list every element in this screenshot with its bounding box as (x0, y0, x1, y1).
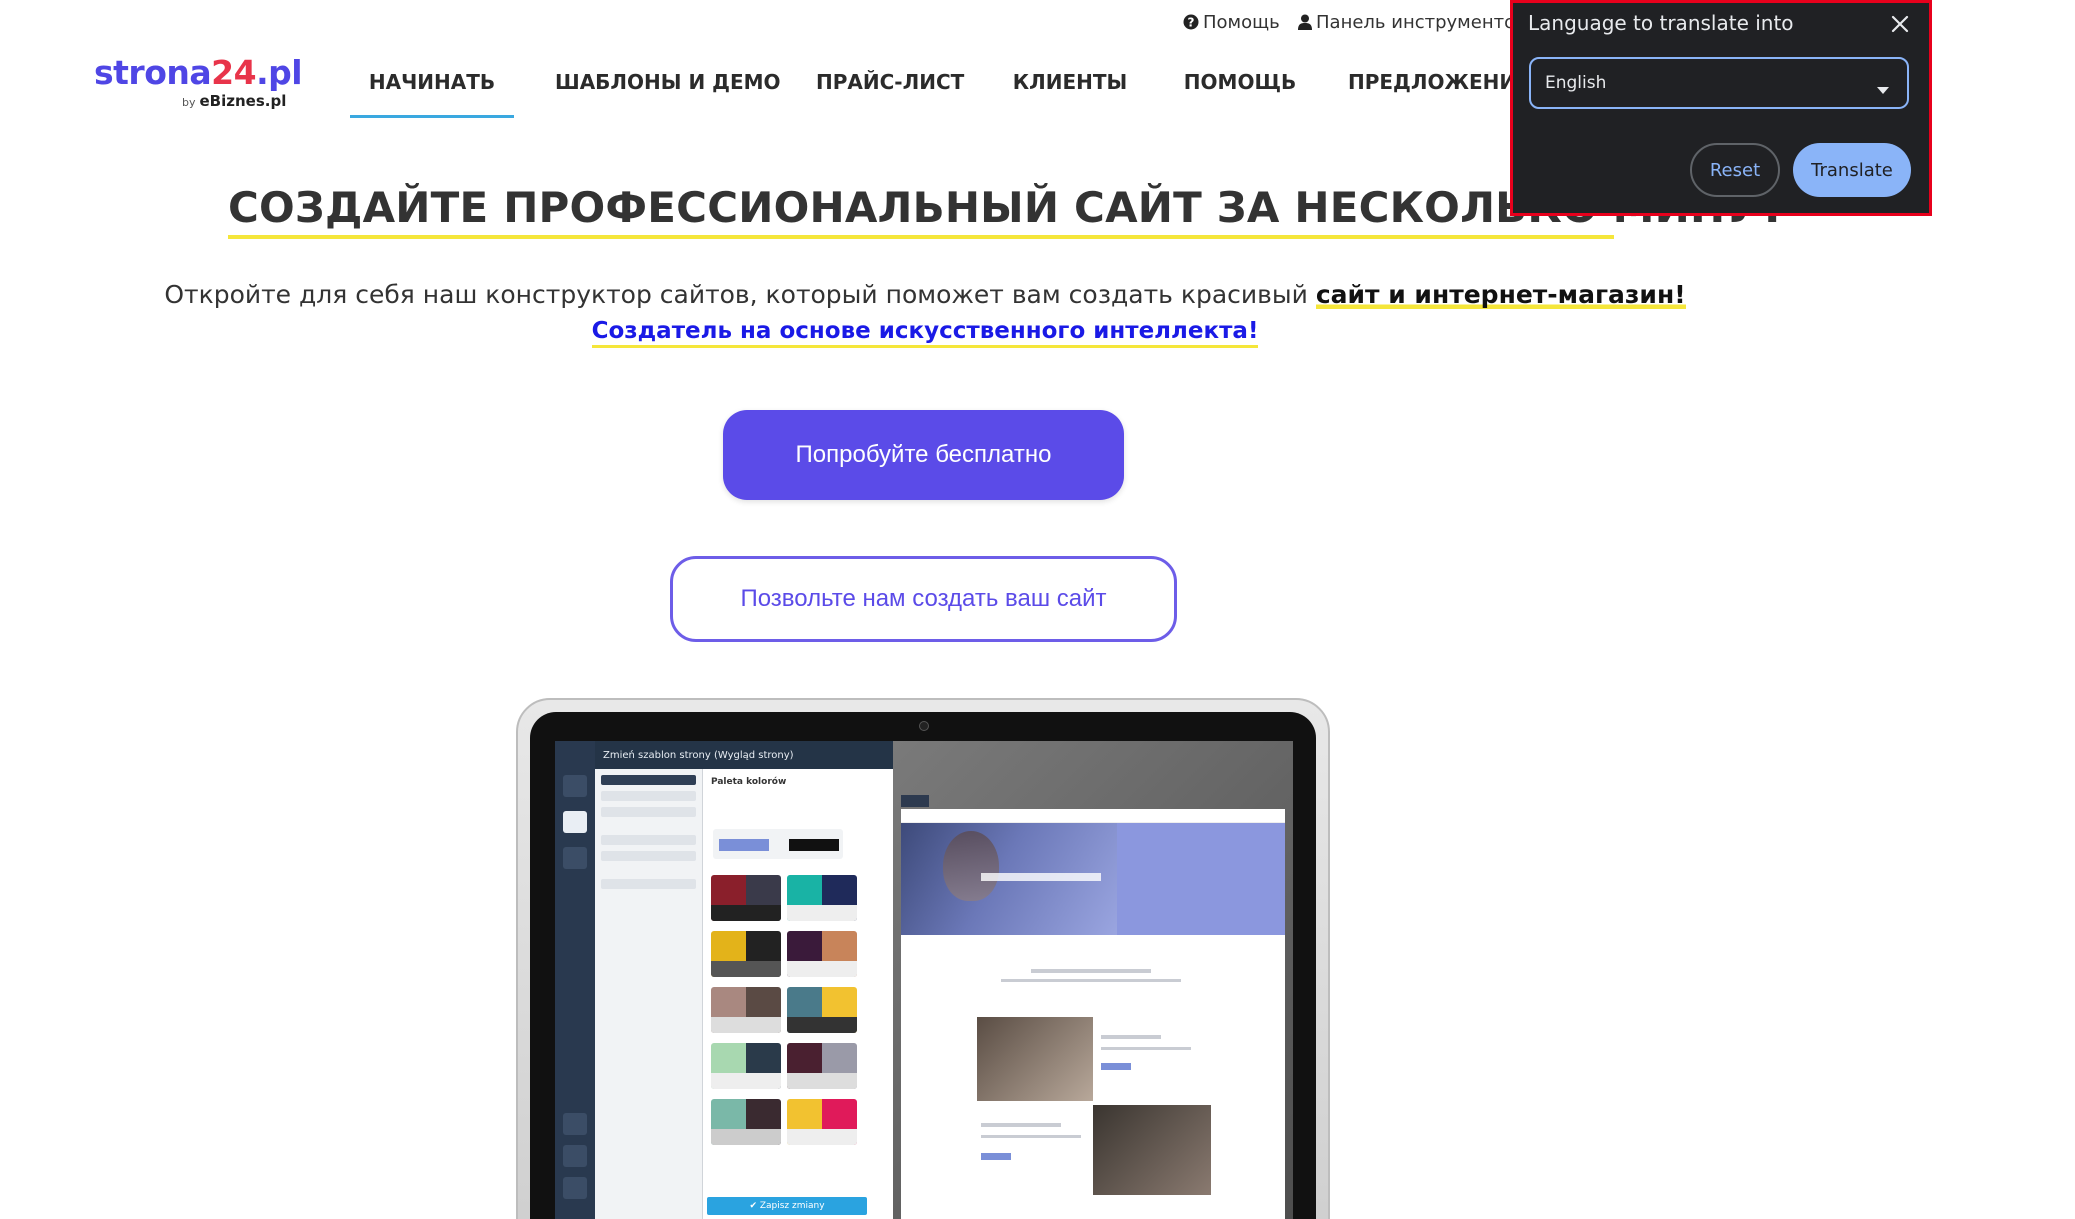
save-changes-button: ✔ Zapisz zmiany (707, 1197, 867, 1215)
settings-row (601, 835, 696, 845)
editor-title: Zmień szablon strony (Wygląd strony) (595, 741, 893, 769)
user-icon (1298, 14, 1312, 30)
nav-item-clients[interactable]: КЛИЕНТЫ (1012, 70, 1128, 100)
palette-swatch (787, 987, 857, 1033)
preview-text-line (1031, 969, 1151, 973)
logo-text-strona: strona (94, 53, 212, 92)
palette-swatch (787, 931, 857, 977)
ai-creator-tagline: Создатель на основе искусственного интел… (0, 318, 1850, 348)
color-palette-panel: Paleta kolorów (703, 769, 893, 1219)
preview-button (1101, 1063, 1131, 1070)
current-colors (713, 829, 843, 859)
preview-nav (901, 809, 1285, 823)
reset-button[interactable]: Reset (1690, 143, 1780, 197)
dashboard-link[interactable]: Панель инструментов (1298, 9, 1510, 35)
editor-tool-icon (563, 847, 587, 869)
settings-row (601, 775, 696, 785)
ai-creator-text: Создатель на основе искусственного интел… (591, 318, 1259, 348)
title-highlight (228, 235, 1614, 239)
help-link[interactable]: ? Помощь (1183, 9, 1280, 35)
translate-popup-title: Language to translate into (1528, 11, 1794, 35)
preview-text-line (1001, 979, 1181, 982)
dashboard-link-label: Панель инструментов (1316, 11, 1510, 33)
preview-image (1093, 1105, 1211, 1195)
palette-swatch (787, 1099, 857, 1145)
palette-swatch (711, 875, 781, 921)
palette-swatch (787, 875, 857, 921)
nav-item-offer[interactable]: ПРЕДЛОЖЕНИЕ (1348, 70, 1530, 100)
palette-swatch (711, 1099, 781, 1145)
palette-swatch (711, 987, 781, 1033)
palette-swatch (711, 1043, 781, 1089)
website-preview (901, 809, 1285, 1219)
preview-text-line (1101, 1035, 1161, 1039)
editor-tool-icon (563, 775, 587, 797)
site-logo[interactable]: strona24.pl by eBiznes.pl (94, 53, 303, 118)
close-icon[interactable] (1885, 9, 1915, 39)
settings-row (601, 807, 696, 817)
nav-item-start[interactable]: НАЧИНАТЬ (360, 70, 504, 100)
palette-title: Paleta kolorów (711, 777, 787, 787)
editor-tool-icon (563, 811, 587, 833)
preview-image (977, 1017, 1093, 1101)
hero-subtitle-highlight: сайт и интернет-магазин! (1315, 280, 1686, 309)
try-free-button[interactable]: Попробуйте бесплатно (723, 410, 1124, 500)
language-select-value: English (1545, 73, 1607, 93)
nav-item-help[interactable]: ПОМОЩЬ (1180, 70, 1300, 100)
preview-text-line (1101, 1047, 1191, 1050)
logo-text-pl: .pl (256, 53, 303, 92)
svg-text:?: ? (1188, 16, 1195, 30)
preview-text-line (981, 1123, 1061, 1127)
editor-settings-panel (595, 769, 703, 1219)
preview-hero (901, 823, 1285, 935)
nav-item-pricing[interactable]: ПРАЙС-ЛИСТ (816, 70, 964, 100)
logo-by: by (182, 96, 196, 109)
preview-button (981, 1153, 1011, 1160)
preview-tag (901, 795, 929, 807)
translate-button[interactable]: Translate (1793, 143, 1911, 197)
hero-subtitle: Откройте для себя наш конструктор сайтов… (0, 280, 1850, 309)
editor-tool-icon (563, 1113, 587, 1135)
editor-toolbar (555, 741, 595, 1219)
settings-row (601, 791, 696, 801)
help-link-label: Помощь (1203, 11, 1280, 33)
hero-subtitle-text: Откройте для себя наш конструктор сайтов… (164, 280, 1316, 309)
palette-swatch (711, 931, 781, 977)
editor-tool-icon (563, 1177, 587, 1199)
editor-tool-icon (563, 1145, 587, 1167)
laptop-camera (919, 721, 929, 731)
editor-screenshot: Zmień szablon strony (Wygląd strony) Pal… (555, 741, 1293, 1219)
language-select[interactable]: English (1529, 57, 1909, 109)
logo-text-24: 24 (211, 53, 257, 92)
create-site-for-me-button[interactable]: Позвольте нам создать ваш сайт (670, 556, 1177, 642)
translate-popup: Language to translate into English Reset… (1510, 0, 1932, 216)
question-circle-icon: ? (1183, 14, 1199, 30)
palette-swatch (787, 1043, 857, 1089)
settings-row (601, 851, 696, 861)
preview-text-line (981, 1135, 1081, 1138)
settings-row (601, 879, 696, 889)
logo-byline: by eBiznes.pl (182, 92, 286, 110)
logo-brand: eBiznes.pl (199, 92, 287, 110)
dropdown-arrow-icon (1877, 80, 1889, 99)
nav-item-templates[interactable]: ШАБЛОНЫ И ДЕМО (555, 70, 781, 100)
nav-active-indicator (350, 115, 514, 118)
